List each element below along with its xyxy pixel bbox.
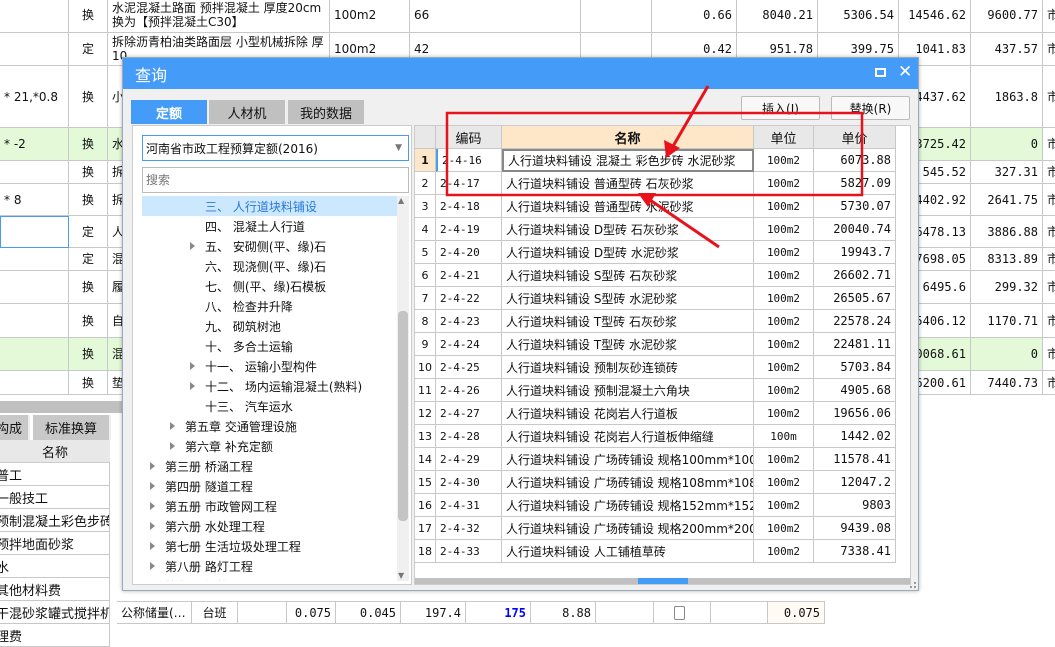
annotation-rectangle (445, 111, 864, 197)
annotation-arrowhead-1 (664, 140, 680, 158)
annotation-overlay (445, 85, 864, 249)
annotation-arrowhead-2 (638, 193, 656, 207)
annotation-arrow-2 (649, 198, 720, 249)
annotation-arrow-1 (670, 85, 710, 149)
